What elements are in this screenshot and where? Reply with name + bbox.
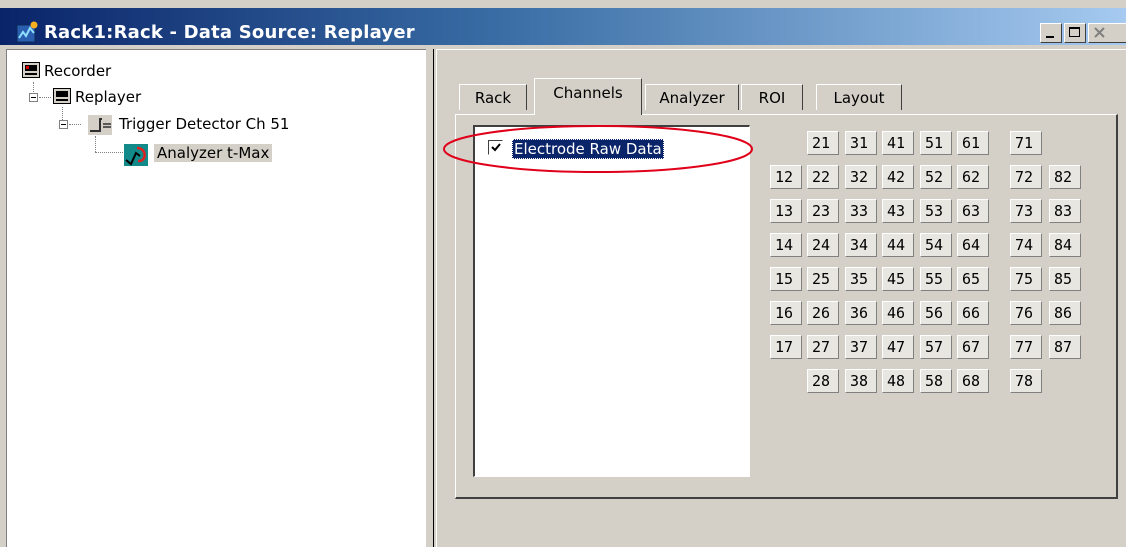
channel-cell[interactable]: 24 [807,233,839,257]
close-icon [1094,27,1105,38]
channel-cell[interactable]: 33 [845,199,877,223]
channel-cell[interactable]: 37 [845,335,877,359]
app-window: Rack1:Rack - Data Source: Replayer Recor… [0,0,1126,547]
tab-channels[interactable]: Channels [534,78,642,115]
list-item-electrode-raw-data[interactable]: Electrode Raw Data [512,139,664,159]
channel-cell[interactable]: 64 [957,233,989,257]
splitter[interactable] [426,49,436,547]
tab-rack[interactable]: Rack [459,84,527,110]
channel-cell[interactable]: 73 [1010,199,1042,223]
channel-cell[interactable]: 83 [1049,199,1081,223]
tree-label-analyzer: Analyzer t-Max [154,144,273,162]
channel-cell[interactable]: 17 [770,335,802,359]
minimize-button[interactable] [1040,23,1062,43]
collapse-icon[interactable] [59,120,68,129]
channel-cell[interactable]: 26 [807,301,839,325]
channel-cell[interactable]: 13 [770,199,802,223]
channel-cell[interactable]: 55 [920,267,952,291]
channel-cell[interactable]: 22 [807,165,839,189]
channel-cell[interactable]: 54 [920,233,952,257]
minimize-icon [1046,36,1054,38]
close-button[interactable] [1088,23,1126,43]
channel-cell[interactable]: 34 [845,233,877,257]
channel-cell[interactable]: 87 [1049,335,1081,359]
tree-label-recorder: Recorder [44,62,112,80]
channel-cell[interactable]: 86 [1049,301,1081,325]
channel-cell[interactable]: 16 [770,301,802,325]
tree-connector [39,97,51,98]
channel-cell[interactable]: 48 [882,369,914,393]
channel-cell[interactable]: 85 [1049,267,1081,291]
channel-cell[interactable]: 57 [920,335,952,359]
tree-node-trigger-detector[interactable]: Trigger Detector Ch 51 [88,113,388,137]
channel-cell[interactable]: 84 [1049,233,1081,257]
tab-layout[interactable]: Layout [816,84,902,110]
title-bar[interactable]: Rack1:Rack - Data Source: Replayer [0,8,1126,45]
channel-cell[interactable]: 52 [920,165,952,189]
channel-cell[interactable]: 51 [920,131,952,155]
channel-cell[interactable]: 61 [957,131,989,155]
analyzer-icon [124,144,148,166]
channel-cell[interactable]: 78 [1010,369,1042,393]
channel-cell[interactable]: 71 [1010,131,1042,155]
tab-roi[interactable]: ROI [741,84,803,110]
channel-cell[interactable]: 36 [845,301,877,325]
channel-cell[interactable]: 65 [957,267,989,291]
tree-node-analyzer[interactable]: Analyzer t-Max [124,142,324,166]
tree-connector [95,152,123,153]
channel-cell[interactable]: 28 [807,369,839,393]
channel-cell[interactable]: 42 [882,165,914,189]
channel-cell[interactable]: 43 [882,199,914,223]
channel-cell[interactable]: 45 [882,267,914,291]
channel-cell[interactable]: 82 [1049,165,1081,189]
channel-cell[interactable]: 14 [770,233,802,257]
channel-cell[interactable]: 46 [882,301,914,325]
maximize-button[interactable] [1064,23,1086,43]
tree-label-trigger-detector: Trigger Detector Ch 51 [119,115,290,133]
channel-cell[interactable]: 47 [882,335,914,359]
replayer-icon [53,88,71,104]
trigger-detector-icon [88,115,112,135]
channel-cell[interactable]: 75 [1010,267,1042,291]
tree-connector [95,136,96,152]
channel-cell[interactable]: 62 [957,165,989,189]
channel-cell[interactable]: 12 [770,165,802,189]
channel-cell[interactable]: 56 [920,301,952,325]
channel-cell[interactable]: 67 [957,335,989,359]
channel-cell[interactable]: 32 [845,165,877,189]
data-stream-list[interactable] [473,125,750,477]
channel-cell[interactable]: 25 [807,267,839,291]
channel-cell[interactable]: 58 [920,369,952,393]
channel-cell[interactable]: 76 [1010,301,1042,325]
checkmark-icon [491,143,501,152]
tab-analyzer[interactable]: Analyzer [645,84,739,110]
channel-cell[interactable]: 23 [807,199,839,223]
channel-cell[interactable]: 66 [957,301,989,325]
channel-cell[interactable]: 21 [807,131,839,155]
channel-cell[interactable]: 44 [882,233,914,257]
channel-cell[interactable]: 77 [1010,335,1042,359]
channel-cell[interactable]: 38 [845,369,877,393]
channel-cell[interactable]: 74 [1010,233,1042,257]
channel-cell[interactable]: 68 [957,369,989,393]
channel-cell[interactable]: 15 [770,267,802,291]
window-title: Rack1:Rack - Data Source: Replayer [44,22,415,43]
channel-cell[interactable]: 35 [845,267,877,291]
channel-cell[interactable]: 53 [920,199,952,223]
tree-label-replayer: Replayer [75,88,142,106]
maximize-icon [1069,27,1080,37]
recorder-icon [22,62,40,78]
tree-node-replayer[interactable]: Replayer [53,86,253,110]
channel-cell[interactable]: 72 [1010,165,1042,189]
tree-connector [69,124,81,125]
channel-cell[interactable]: 31 [845,131,877,155]
app-icon [16,21,38,43]
collapse-icon[interactable] [29,93,38,102]
channel-cell[interactable]: 41 [882,131,914,155]
splitter-line [433,49,434,547]
tree-node-recorder[interactable]: Recorder [22,60,222,84]
electrode-raw-data-checkbox[interactable] [488,140,503,155]
channel-cell[interactable]: 63 [957,199,989,223]
channel-cell[interactable]: 27 [807,335,839,359]
